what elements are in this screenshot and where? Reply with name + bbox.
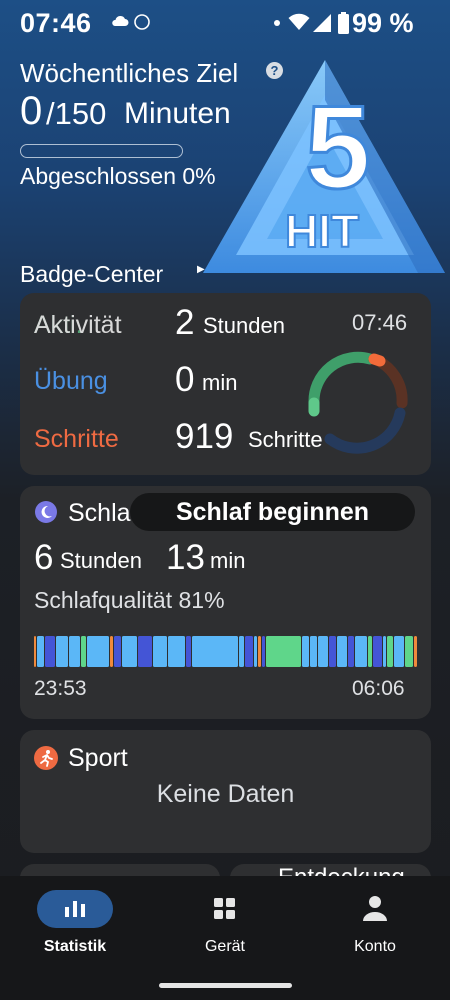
- moon-icon: [35, 501, 57, 523]
- sleep-stage-light: [69, 636, 80, 667]
- wifi-icon: [288, 13, 310, 30]
- weekly-goal-current: 0: [20, 89, 43, 133]
- chevron-right-icon: ▶: [197, 264, 205, 275]
- sleep-hours-value: 6: [34, 538, 54, 577]
- sleep-stage-light: [310, 636, 317, 667]
- weekly-goal-completed: Abgeschlossen 0%: [20, 163, 216, 189]
- sleep-title: Schlaf: [68, 499, 138, 527]
- person-icon: [363, 896, 387, 921]
- steps-value: 919: [175, 417, 234, 456]
- sleep-stage-rem: [387, 636, 393, 667]
- sleep-stage-light: [383, 636, 386, 667]
- sleep-stage-light: [192, 636, 238, 667]
- bottom-navigation: Statistik Gerät Konto: [0, 876, 450, 1000]
- sport-empty-state: Keine Daten: [156, 780, 295, 808]
- home-indicator[interactable]: [159, 983, 292, 988]
- sleep-stage-awake: [414, 636, 417, 667]
- sleep-stage-deep: [373, 636, 382, 667]
- sleep-stage-light: [56, 636, 68, 667]
- nav-pill: [187, 890, 263, 928]
- exercise-unit: min: [202, 370, 238, 395]
- sleep-stage-rem: [368, 636, 372, 667]
- sleep-stage-light: [254, 636, 257, 667]
- steps-label: Schritte: [34, 425, 119, 453]
- sport-title: Sport: [68, 744, 128, 772]
- sleep-stage-light: [168, 636, 185, 667]
- sleep-stage-light: [122, 636, 137, 667]
- start-sleep-button[interactable]: Schlaf beginnen: [130, 493, 415, 531]
- battery-icon: [338, 12, 349, 34]
- nav-item-geraet[interactable]: Gerät: [150, 890, 300, 970]
- sleep-stage-deep: [329, 636, 336, 667]
- sleep-stage-awake: [258, 636, 261, 667]
- battery-level: 99 %: [352, 8, 414, 38]
- exercise-value: 0: [175, 360, 195, 399]
- sleep-end-time: 06:06: [352, 677, 405, 700]
- nav-pill: [337, 890, 413, 928]
- sleep-stage-deep: [114, 636, 121, 667]
- activity-label: Aktivität: [34, 311, 122, 339]
- sleep-hours-unit: Stunden: [60, 548, 142, 573]
- nav-active-indicator: [37, 890, 113, 928]
- sleep-stage-awake: [110, 636, 113, 667]
- sleep-stage-rem: [266, 636, 301, 667]
- activity-card[interactable]: Akti. Aktivität 2 Stunden 07:46 Übung 0 …: [20, 293, 431, 475]
- grid-icon: [214, 898, 235, 919]
- signal-icon: [313, 14, 331, 32]
- nav-item-konto[interactable]: Konto: [300, 890, 450, 970]
- status-bar: 07:46 99 %: [0, 0, 450, 50]
- sleep-quality: Schlafqualität 81%: [34, 587, 225, 613]
- sleep-stage-light: [394, 636, 404, 667]
- weekly-goal-title: Wöchentliches Ziel: [20, 58, 239, 88]
- sleep-minutes-unit: min: [210, 548, 246, 573]
- activity-ring-chart: [308, 351, 408, 454]
- sleep-stage-rem: [81, 636, 86, 667]
- hiit-logo-number: 5: [305, 82, 371, 214]
- activity-unit: Stunden: [203, 313, 285, 338]
- nav-item-statistik[interactable]: Statistik: [0, 890, 150, 970]
- nav-label-konto: Konto: [354, 938, 396, 955]
- hiit-logo-text: HIT: [285, 205, 359, 257]
- exercise-label: Übung: [34, 367, 108, 395]
- sleep-stage-deep: [245, 636, 253, 667]
- sleep-stage-light: [87, 636, 109, 667]
- activity-time: 07:46: [352, 310, 408, 335]
- badge-center-title: Badge-Center: [20, 261, 164, 287]
- sleep-stage-awake: [34, 636, 36, 667]
- sleep-stage-deep: [138, 636, 152, 667]
- help-icon[interactable]: ?: [266, 62, 283, 79]
- sleep-stage-light: [318, 636, 328, 667]
- sleep-stage-light: [37, 636, 44, 667]
- weekly-goal-unit: Minuten: [124, 97, 231, 130]
- sleep-stage-light: [355, 636, 367, 667]
- sleep-card[interactable]: Schlaf Schlaf beginnen 6 Stunden 13 min …: [20, 486, 431, 719]
- weekly-goal-total: /150: [46, 96, 107, 131]
- sleep-stage-light: [302, 636, 309, 667]
- sport-card[interactable]: Sport Keine Daten: [20, 730, 431, 853]
- running-icon: [34, 746, 58, 770]
- nav-label-statistik: Statistik: [43, 938, 107, 955]
- sleep-stage-light: [337, 636, 347, 667]
- app-notification-icon: [134, 14, 150, 30]
- sleep-stage-bar: [34, 636, 417, 667]
- sleep-stage-light: [153, 636, 167, 667]
- weekly-goal-progress-bar: [20, 144, 183, 158]
- sleep-start-time: 23:53: [34, 677, 87, 700]
- sleep-stage-deep: [186, 636, 191, 667]
- sleep-minutes-value: 13: [166, 538, 205, 577]
- sleep-stage-light: [239, 636, 244, 667]
- status-time: 07:46: [20, 8, 92, 38]
- cloud-icon: [112, 15, 129, 26]
- activity-value: 2: [175, 303, 195, 342]
- dot-icon: [274, 20, 280, 26]
- sleep-stage-deep: [262, 636, 265, 667]
- sleep-stage-rem: [405, 636, 413, 667]
- bar-chart-icon: [65, 901, 85, 917]
- sleep-stage-deep: [348, 636, 354, 667]
- nav-label-geraet: Gerät: [204, 938, 245, 955]
- sleep-stage-deep: [45, 636, 55, 667]
